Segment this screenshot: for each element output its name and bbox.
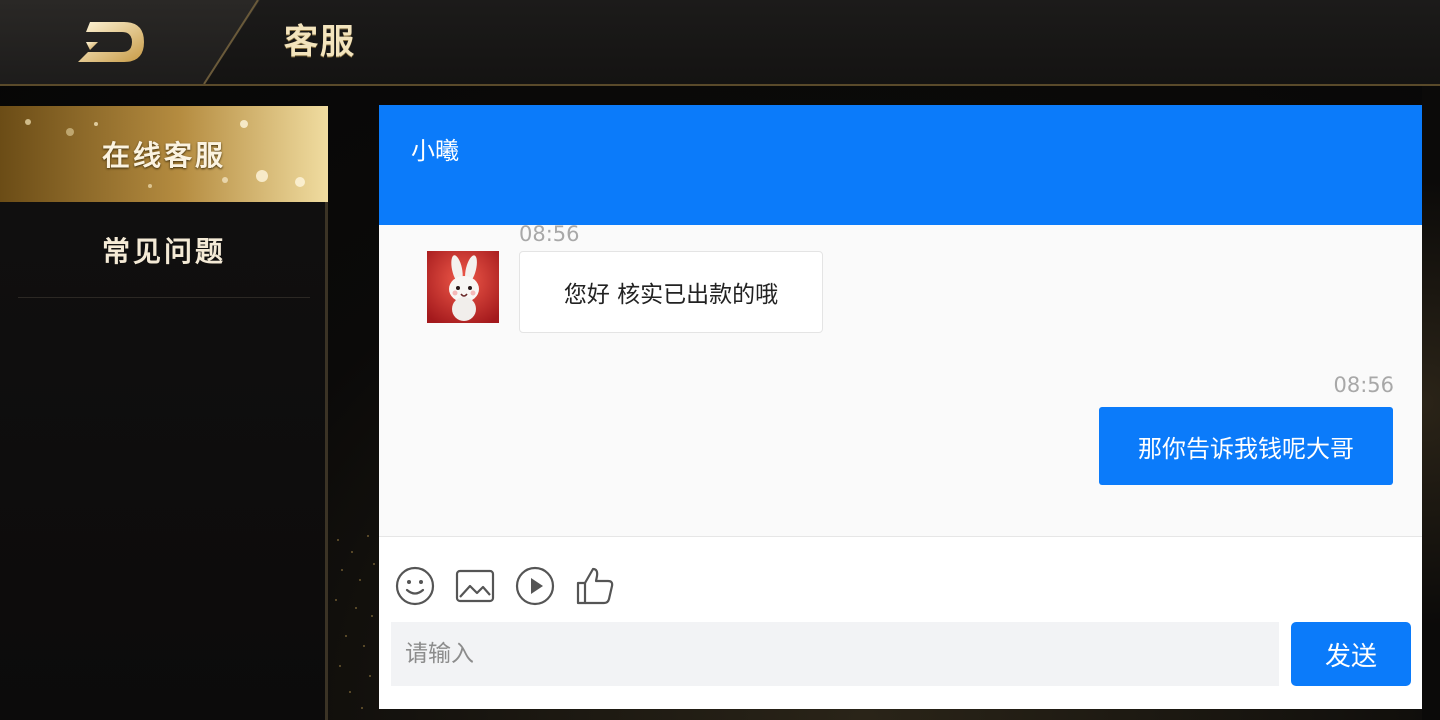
agent-avatar[interactable]	[427, 251, 499, 323]
app-root: 客服 在线客服 常见问题 小曦 08:56 您好 核实已出款的哦 08:56 那…	[0, 0, 1440, 720]
sidebar-divider	[18, 297, 310, 298]
brand-logo-icon[interactable]	[76, 18, 148, 66]
agent-message-bubble: 您好 核实已出款的哦	[519, 251, 823, 333]
chat-header: 小曦	[379, 105, 1422, 225]
message-list[interactable]: 08:56 您好 核实已出款的哦 08:56 那你告诉我钱呢大哥	[379, 222, 1422, 537]
sidebar-item-label: 常见问题	[101, 235, 226, 268]
sidebar: 在线客服 常见问题	[0, 106, 328, 720]
message-timestamp: 08:56	[519, 222, 580, 246]
message-input[interactable]	[391, 622, 1279, 686]
emoji-icon[interactable]	[394, 565, 436, 607]
sidebar-item-online-service[interactable]: 在线客服	[0, 106, 328, 202]
message-timestamp: 08:56	[1333, 373, 1394, 397]
header-divider-line	[203, 0, 259, 84]
image-icon[interactable]	[454, 565, 496, 607]
user-message-bubble: 那你告诉我钱呢大哥	[1099, 407, 1393, 485]
message-composer: 发送	[379, 536, 1422, 709]
send-button[interactable]: 发送	[1291, 622, 1411, 686]
page-title: 客服	[284, 22, 356, 62]
agent-name: 小曦	[411, 137, 459, 165]
sidebar-item-label: 在线客服	[101, 139, 226, 172]
sidebar-item-faq[interactable]: 常见问题	[0, 202, 328, 298]
video-icon[interactable]	[514, 565, 556, 607]
top-header: 客服	[0, 0, 1440, 86]
background-edge	[1422, 86, 1440, 720]
thumbs-up-icon[interactable]	[574, 565, 616, 607]
chat-panel: 小曦 08:56 您好 核实已出款的哦 08:56 那你告诉我钱呢大哥 请输入 …	[379, 105, 1422, 709]
gold-dust-decoration	[335, 535, 375, 709]
